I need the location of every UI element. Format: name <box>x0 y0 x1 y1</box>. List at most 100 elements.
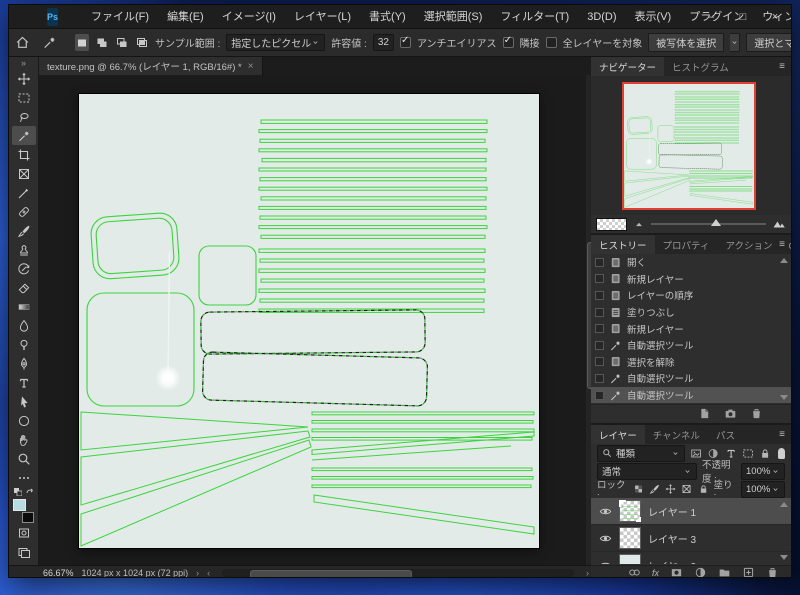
layer-filter-dropdown[interactable]: 種類 <box>597 444 685 462</box>
tab-history[interactable]: ヒストリー <box>591 235 655 254</box>
minimize-button[interactable]: – <box>695 5 727 29</box>
link-layers-icon[interactable] <box>628 566 641 578</box>
menu-type[interactable]: 書式(Y) <box>360 5 415 29</box>
filter-toggle-pin-icon[interactable] <box>778 447 786 459</box>
history-source-checkbox[interactable] <box>595 290 604 300</box>
horizontal-scrollbar-thumb[interactable] <box>250 569 413 577</box>
toolbar-collapse-icon[interactable]: » <box>21 57 26 69</box>
horizontal-scrollbar[interactable] <box>222 568 574 577</box>
lock-all-icon[interactable] <box>698 483 709 495</box>
scroll-up-icon[interactable] <box>780 502 788 507</box>
dodge-tool[interactable] <box>12 335 36 354</box>
filter-smart-object-icon[interactable] <box>759 447 771 460</box>
visibility-eye-icon[interactable] <box>599 559 612 565</box>
select-subject-options-button[interactable] <box>730 33 741 52</box>
new-layer-icon[interactable] <box>742 566 755 578</box>
menu-edit[interactable]: 編集(E) <box>158 5 213 29</box>
menu-layer[interactable]: レイヤー(L) <box>285 5 360 29</box>
foreground-color-swatch[interactable] <box>12 499 26 511</box>
tab-properties[interactable]: プロパティ <box>655 235 718 254</box>
visibility-eye-icon[interactable] <box>599 532 612 545</box>
history-item[interactable]: 選択を解除 <box>591 354 791 371</box>
tab-paths[interactable]: パス <box>708 425 743 444</box>
delete-layer-icon[interactable] <box>766 566 779 578</box>
tab-layers[interactable]: レイヤー <box>591 425 645 444</box>
blur-tool[interactable] <box>12 316 36 335</box>
history-item[interactable]: 開く <box>591 254 791 271</box>
layer-name[interactable]: レイヤー 1 <box>648 504 696 519</box>
subtract-from-selection-mode-button[interactable] <box>115 34 129 51</box>
gradient-tool[interactable] <box>12 297 36 316</box>
close-button[interactable]: × <box>759 5 791 29</box>
lock-artboard-icon[interactable] <box>681 483 692 495</box>
history-source-checkbox[interactable] <box>595 324 604 334</box>
history-item[interactable]: 新規レイヤー <box>591 320 791 337</box>
type-tool[interactable] <box>12 373 36 392</box>
default-colors-icon[interactable] <box>13 488 22 496</box>
new-document-from-state-icon[interactable] <box>698 407 711 420</box>
scroll-left-icon[interactable]: ‹ <box>207 568 210 578</box>
select-and-mask-button[interactable]: 選択とマスク... <box>746 33 791 52</box>
navigator-zoom-field[interactable] <box>596 217 627 231</box>
scroll-down-icon[interactable] <box>780 555 788 560</box>
zoom-tool[interactable] <box>12 449 36 468</box>
layer-thumbnail[interactable] <box>619 500 641 522</box>
eyedropper-tool[interactable] <box>12 183 36 202</box>
swap-colors-icon[interactable] <box>26 488 34 496</box>
rectangular-marquee-tool[interactable] <box>12 88 36 107</box>
hand-tool[interactable] <box>12 430 36 449</box>
add-to-selection-mode-button[interactable] <box>95 34 109 51</box>
lock-pixels-icon[interactable] <box>649 483 660 495</box>
tolerance-input[interactable]: 32 <box>372 34 394 51</box>
layer-thumbnail[interactable] <box>619 527 641 549</box>
lock-transparency-icon[interactable] <box>633 483 644 495</box>
background-color-swatch[interactable] <box>21 512 34 523</box>
layer-name[interactable]: レイヤー 2 <box>648 558 696 565</box>
slider-thumb[interactable] <box>710 219 721 226</box>
fill-dropdown[interactable]: 100% <box>741 480 785 498</box>
eraser-tool[interactable] <box>12 278 36 297</box>
tab-histogram[interactable]: ヒストグラム <box>664 57 737 76</box>
layer-name[interactable]: レイヤー 3 <box>648 531 696 546</box>
default-swap-colors[interactable] <box>12 487 36 497</box>
layer-row[interactable]: レイヤー 2 <box>591 552 791 564</box>
home-icon[interactable] <box>15 33 30 53</box>
layer-style-fx-icon[interactable]: fx <box>652 568 659 578</box>
opacity-dropdown[interactable]: 100% <box>741 462 785 480</box>
history-source-checkbox[interactable] <box>595 307 604 317</box>
screen-mode-icon[interactable] <box>12 542 36 561</box>
history-source-checkbox[interactable] <box>595 390 604 400</box>
canvas-artwork[interactable] <box>79 94 539 548</box>
zoom-out-icon[interactable] <box>633 218 645 230</box>
delete-state-icon[interactable] <box>750 407 763 420</box>
navigator-zoom-slider[interactable] <box>651 219 766 226</box>
clone-stamp-tool[interactable] <box>12 240 36 259</box>
menu-select[interactable]: 選択範囲(S) <box>415 5 492 29</box>
magic-wand-tool[interactable] <box>11 126 36 145</box>
tab-actions[interactable]: アクション <box>717 235 780 254</box>
history-item[interactable]: 自動選択ツール <box>591 337 791 354</box>
menu-file[interactable]: ファイル(F) <box>82 5 158 29</box>
history-source-checkbox[interactable] <box>595 357 604 367</box>
close-tab-icon[interactable]: × <box>248 61 254 72</box>
menu-view[interactable]: 表示(V) <box>626 5 681 29</box>
scroll-down-icon[interactable] <box>780 395 788 400</box>
history-item[interactable]: 新規レイヤー <box>591 271 791 288</box>
tab-navigator[interactable]: ナビゲーター <box>591 57 665 76</box>
magic-wand-tool-icon[interactable] <box>42 33 57 53</box>
history-source-checkbox[interactable] <box>595 274 604 284</box>
frame-tool[interactable] <box>12 164 36 183</box>
history-source-checkbox[interactable] <box>595 340 604 350</box>
layer-row[interactable]: レイヤー 3 <box>591 525 791 552</box>
panel-menu-icon[interactable]: ≡ <box>779 235 785 254</box>
new-snapshot-icon[interactable] <box>724 407 737 420</box>
shape-tool[interactable] <box>12 411 36 430</box>
sample-size-dropdown[interactable]: 指定したピクセル <box>226 34 326 51</box>
menu-filter[interactable]: フィルター(T) <box>491 5 578 29</box>
menu-image[interactable]: イメージ(I) <box>213 5 285 29</box>
select-subject-button[interactable]: 被写体を選択 <box>648 33 725 52</box>
zoom-in-icon[interactable] <box>772 217 786 231</box>
document-tab[interactable]: texture.png @ 66.7% (レイヤー 1, RGB/16#) * … <box>39 57 263 75</box>
crop-tool[interactable] <box>12 145 36 164</box>
tab-channels[interactable]: チャンネル <box>645 425 708 444</box>
